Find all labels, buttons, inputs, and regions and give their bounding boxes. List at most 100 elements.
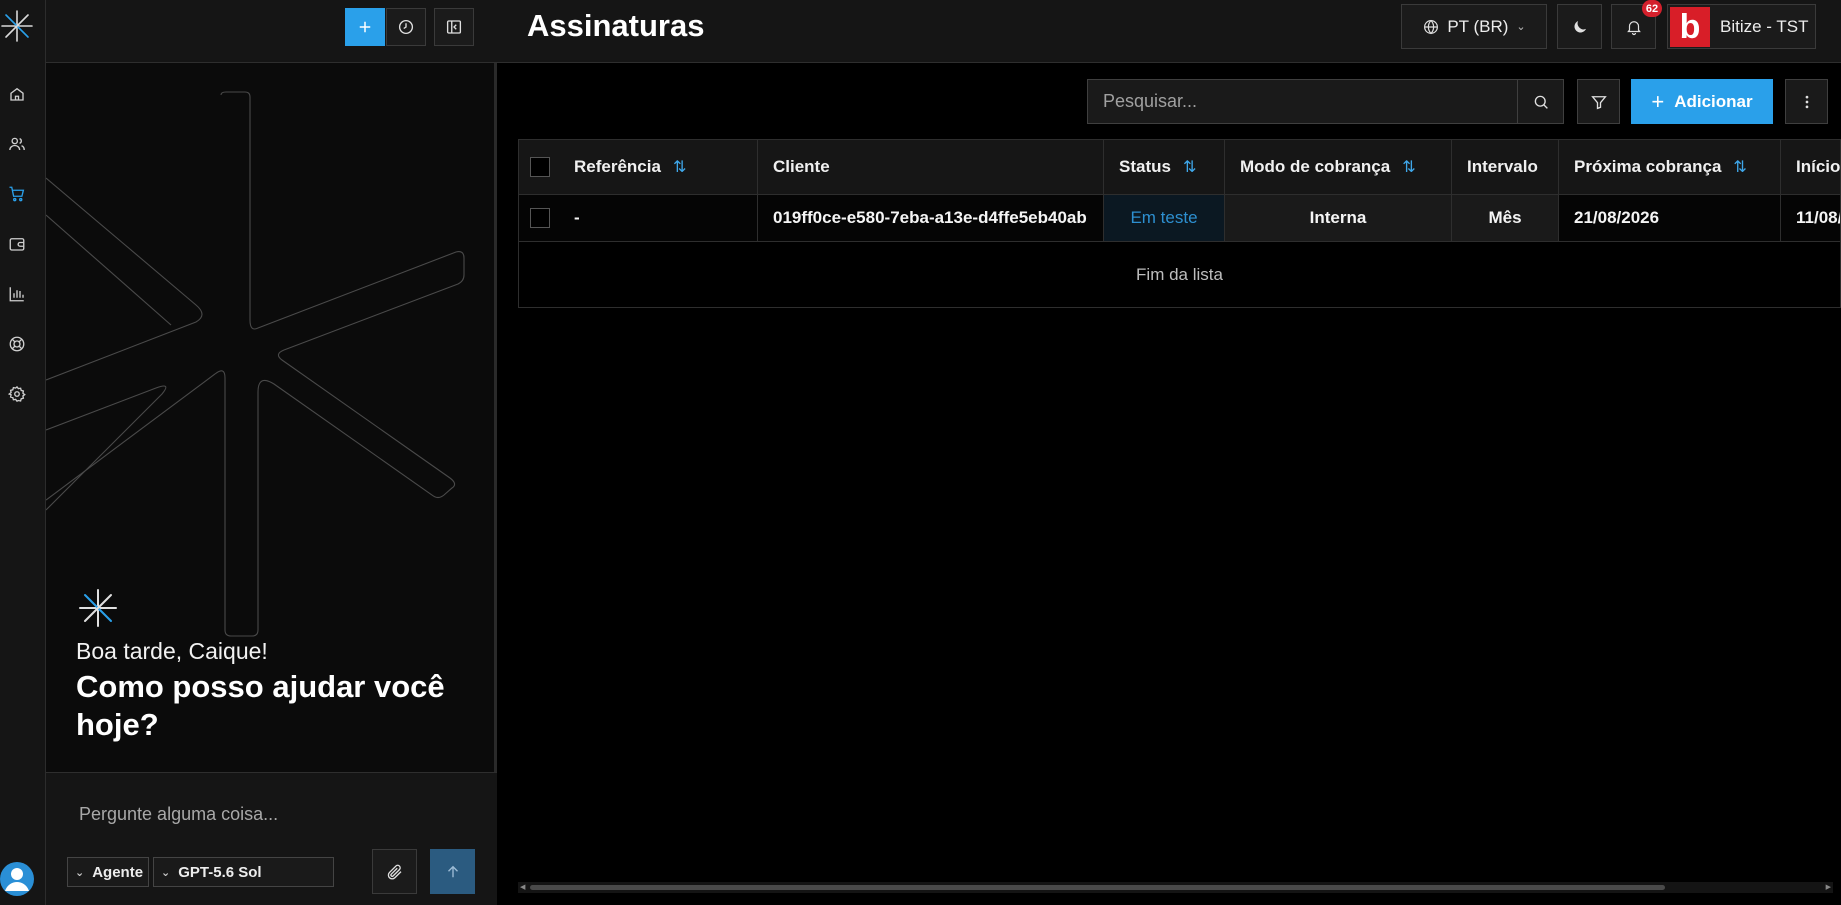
select-all-cell (519, 140, 559, 194)
column-header-referencia[interactable]: Referência ⇅ (559, 140, 758, 194)
sidebar-item-settings[interactable] (6, 383, 28, 405)
chat-history-button[interactable] (386, 8, 426, 46)
plus-icon: + (1651, 88, 1665, 114)
main-content: Assinaturas PT (BR) ⌄ 62 b Bitize - TST … (497, 0, 1841, 905)
status-badge: Em teste (1104, 195, 1225, 241)
agent-mode-select[interactable]: ⌄ Agente (67, 857, 149, 887)
column-header-cliente[interactable]: Cliente (758, 140, 1104, 194)
column-header-intervalo[interactable]: Intervalo (1452, 140, 1559, 194)
bell-icon (1626, 20, 1641, 35)
more-options-button[interactable] (1785, 79, 1828, 124)
sort-asc-icon[interactable]: ⇅ (673, 157, 686, 177)
chevron-down-icon: ⌄ (1516, 21, 1526, 33)
theme-toggle-button[interactable] (1557, 4, 1602, 49)
assistant-headline: Como posso ajudar você hoje? (76, 669, 445, 742)
bar-chart-icon (9, 287, 24, 302)
moon-icon (1573, 20, 1586, 33)
cell-intervalo: Mês (1452, 195, 1559, 241)
column-label: Status (1119, 157, 1171, 176)
column-label: Próxima cobrança (1574, 157, 1722, 176)
column-label: Início (1796, 157, 1841, 176)
decorative-asterisk-graphic (46, 91, 465, 637)
table-header-row: Referência ⇅ Cliente Status ⇅ Modo de co… (519, 140, 1841, 195)
select-all-checkbox[interactable] (530, 157, 550, 177)
row-select-cell (519, 195, 559, 241)
sidebar-item-wallet[interactable] (6, 233, 28, 255)
sort-icon[interactable]: ⇅ (1183, 157, 1196, 177)
left-nav-rail (0, 0, 46, 905)
organization-logo: b (1670, 6, 1710, 47)
scroll-right-icon[interactable]: ▶ (1826, 882, 1831, 893)
scroll-left-icon[interactable]: ◀ (520, 882, 525, 893)
filter-button[interactable] (1577, 79, 1620, 124)
organization-name: Bitize - TST (1720, 16, 1809, 36)
send-message-button[interactable] (430, 849, 475, 894)
assistant-logo-icon (76, 586, 120, 630)
new-chat-button[interactable] (345, 8, 385, 46)
chat-input[interactable]: Pergunte alguma coisa... (79, 804, 459, 825)
column-header-inicio[interactable]: Início ⇅ (1781, 140, 1841, 194)
collapse-panel-button[interactable] (434, 8, 474, 46)
sort-icon[interactable]: ⇅ (1402, 157, 1415, 177)
cell-proxima-cobranca: 21/08/2026 (1559, 195, 1781, 241)
column-header-proxima-cobranca[interactable]: Próxima cobrança ⇅ (1559, 140, 1781, 194)
attach-file-button[interactable] (372, 849, 417, 894)
column-label: Referência (574, 157, 661, 176)
greeting-text: Boa tarde, Caique! (76, 638, 268, 664)
sidebar-item-users[interactable] (6, 133, 28, 155)
paperclip-icon (387, 864, 401, 880)
search-button[interactable] (1517, 80, 1563, 123)
user-avatar-icon[interactable] (0, 860, 34, 898)
filter-icon (1590, 95, 1607, 109)
users-icon (9, 137, 25, 151)
wallet-icon (9, 238, 25, 251)
top-header: Assinaturas PT (BR) ⌄ 62 b Bitize - TST (497, 0, 1841, 63)
search-input[interactable] (1088, 80, 1518, 123)
cell-cliente: 019ff0ce-e580-7eba-a13e-d4ffe5eb40ab (758, 195, 1104, 241)
column-header-status[interactable]: Status ⇅ (1104, 140, 1225, 194)
column-header-modo-cobranca[interactable]: Modo de cobrança ⇅ (1225, 140, 1452, 194)
sort-icon[interactable]: ⇅ (1733, 157, 1746, 177)
globe-icon (1424, 19, 1439, 34)
asterisk-logo-icon[interactable] (0, 8, 34, 44)
assistant-panel: Boa tarde, Caique! Como posso ajudar voc… (46, 0, 497, 905)
search-icon (1534, 95, 1548, 109)
column-label: Cliente (773, 157, 830, 176)
model-label: GPT-5.6 Sol (178, 863, 262, 881)
row-checkbox[interactable] (530, 208, 550, 228)
arrow-up-icon (447, 865, 458, 877)
home-icon (10, 87, 24, 101)
scrollbar-thumb[interactable] (530, 885, 1665, 890)
assistant-toolbar (46, 0, 497, 63)
language-label: PT (BR) (1447, 16, 1509, 36)
add-subscription-button[interactable]: + Adicionar (1631, 79, 1773, 124)
subscriptions-table: Referência ⇅ Cliente Status ⇅ Modo de co… (518, 139, 1841, 308)
cell-modo-cobranca: Interna (1225, 195, 1452, 241)
chat-composer: Pergunte alguma coisa... ⌄ Agente ⌄ GPT-… (46, 772, 497, 905)
chevron-down-icon: ⌄ (75, 866, 85, 879)
gear-icon (8, 385, 26, 402)
sidebar-item-reports[interactable] (6, 283, 28, 305)
search-box (1087, 79, 1564, 124)
horizontal-scrollbar[interactable]: ◀ ▶ (518, 882, 1833, 893)
chevron-down-icon: ⌄ (161, 866, 171, 879)
page-title: Assinaturas (527, 8, 705, 43)
column-label: Modo de cobrança (1240, 157, 1391, 176)
sidebar-item-home[interactable] (6, 83, 28, 105)
lifebuoy-icon (9, 336, 25, 352)
plus-icon (359, 21, 371, 33)
sidebar-item-cart[interactable] (6, 183, 28, 205)
clock-icon (398, 19, 414, 35)
column-label: Intervalo (1467, 157, 1538, 176)
model-select[interactable]: ⌄ GPT-5.6 Sol (153, 857, 334, 887)
kebab-menu-icon (1805, 95, 1808, 108)
language-select[interactable]: PT (BR) ⌄ (1401, 4, 1547, 49)
cart-icon (9, 186, 25, 202)
cell-inicio: 11/08/2026 (1781, 195, 1840, 241)
sidebar-item-support[interactable] (6, 333, 28, 355)
organization-switcher[interactable]: b Bitize - TST (1667, 4, 1816, 49)
cell-referencia: - (559, 195, 758, 241)
table-row[interactable]: - 019ff0ce-e580-7eba-a13e-d4ffe5eb40ab E… (519, 195, 1840, 242)
add-button-label: Adicionar (1674, 91, 1753, 111)
end-of-list-message: Fim da lista (1136, 265, 1223, 284)
